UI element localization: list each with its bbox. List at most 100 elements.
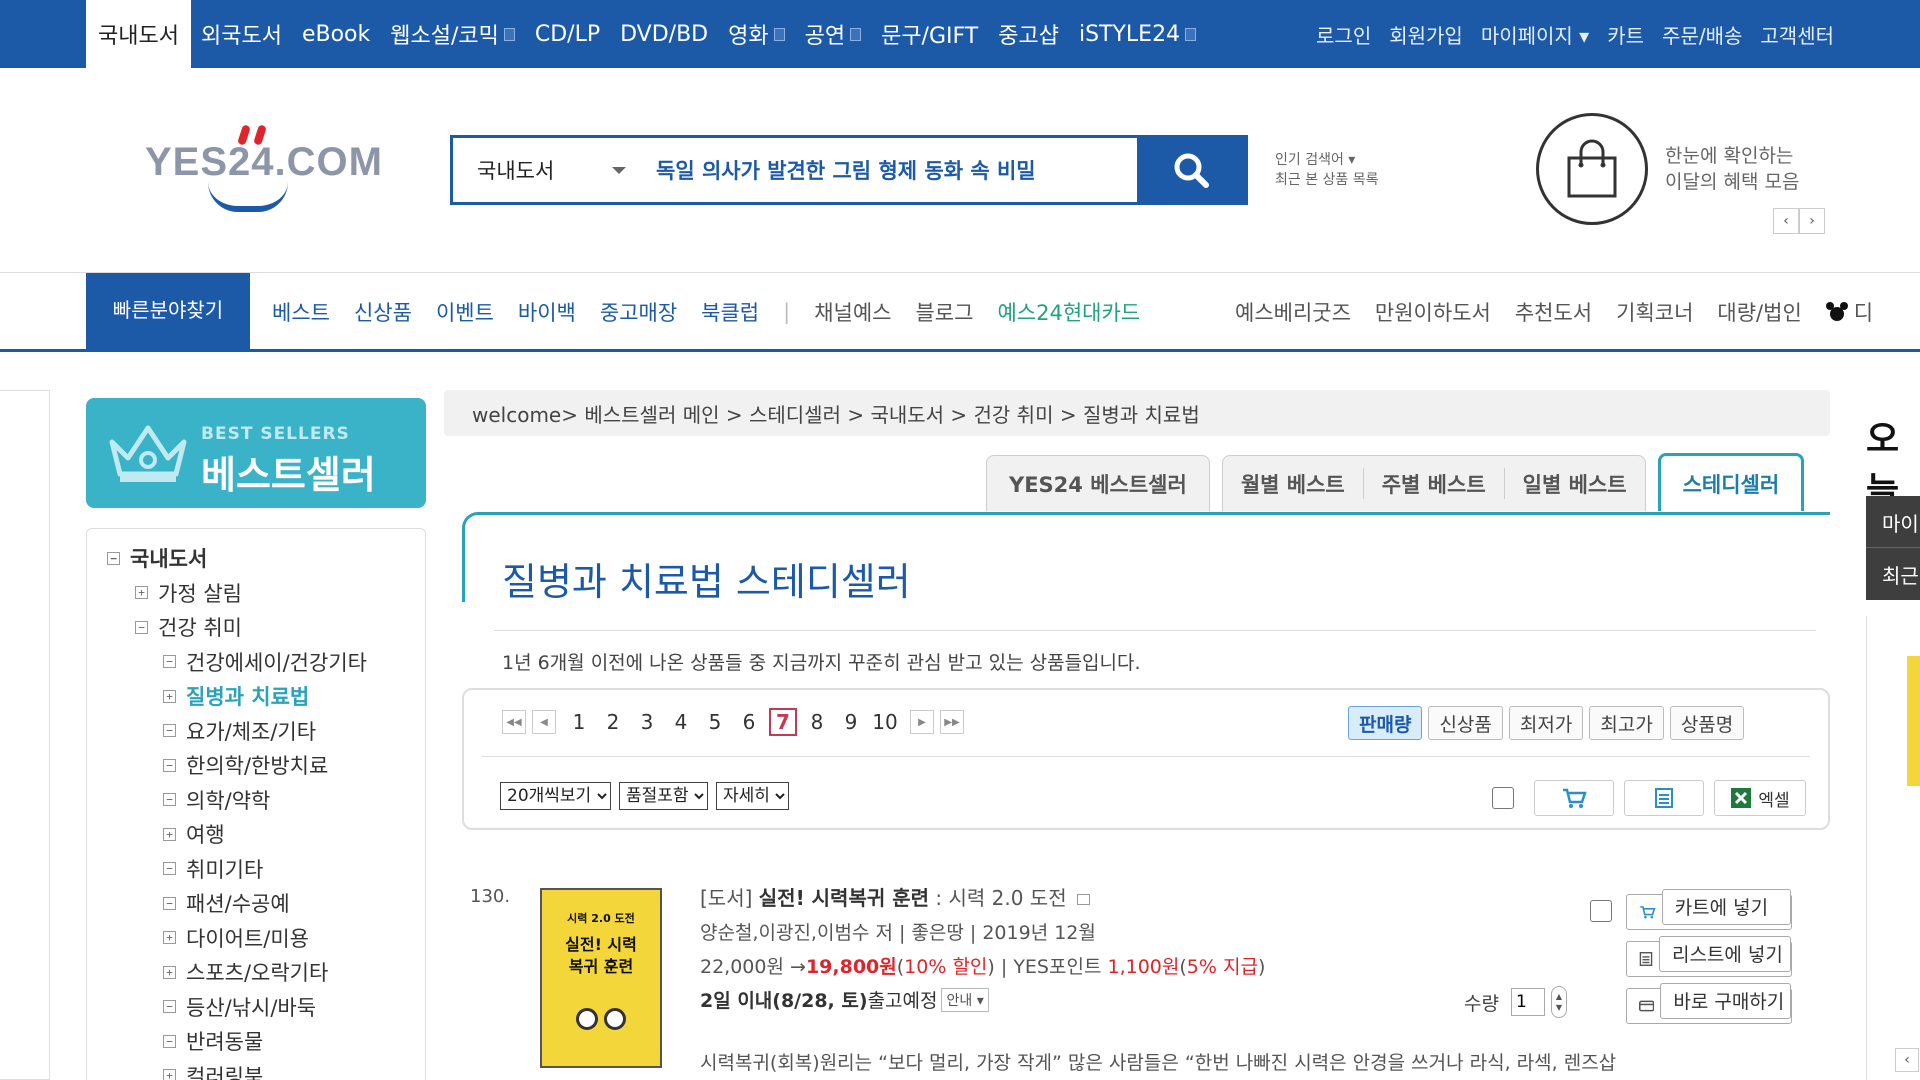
- page-link[interactable]: 9: [837, 708, 865, 736]
- recent-item-thumbnail[interactable]: [1907, 656, 1920, 786]
- chevron-up-icon[interactable]: ▲: [1556, 991, 1562, 1002]
- chevron-left-icon[interactable]: ‹: [1895, 1048, 1919, 1072]
- popular-search-widget[interactable]: 인기 검색어 ▾ 최근 본 상품 목록: [1275, 150, 1379, 190]
- category-blog[interactable]: 블로그: [915, 297, 973, 327]
- tree-item[interactable]: − 등산/낚시/바둑: [87, 990, 425, 1025]
- chevron-down-icon[interactable]: ▼: [1556, 1002, 1562, 1013]
- tree-item[interactable]: + 스포츠/오락기타: [87, 955, 425, 990]
- search-category-select[interactable]: 국내도서: [453, 138, 648, 202]
- tree-item[interactable]: − 반려동물: [87, 1024, 425, 1059]
- tab-istyle24[interactable]: iSTYLE24: [1069, 0, 1206, 68]
- tab-monthly-best[interactable]: 월별 베스트: [1223, 468, 1364, 499]
- view-mode-select[interactable]: 자세히: [716, 782, 789, 810]
- collapse-icon[interactable]: −: [135, 620, 148, 634]
- page-link[interactable]: 5: [701, 708, 729, 736]
- expand-icon[interactable]: +: [163, 689, 176, 703]
- category-channel-yes[interactable]: 채널예스: [814, 297, 891, 327]
- new-window-icon[interactable]: [1076, 894, 1090, 905]
- orders-link[interactable]: 주문/배송: [1662, 20, 1742, 49]
- page-link[interactable]: 7: [769, 708, 797, 736]
- expand-icon[interactable]: +: [163, 965, 176, 979]
- page-link[interactable]: 8: [803, 708, 831, 736]
- tab-daily-best[interactable]: 일별 베스트: [1505, 468, 1645, 499]
- first-page-icon[interactable]: ◀◀: [502, 710, 526, 734]
- category-new[interactable]: 신상품: [354, 297, 412, 327]
- tab-performance[interactable]: 공연: [795, 0, 871, 68]
- recent-items-link[interactable]: 최근: [1866, 548, 1920, 600]
- tab-movie[interactable]: 영화: [718, 0, 794, 68]
- shopping-bag-icon[interactable]: [1536, 113, 1648, 225]
- last-page-icon[interactable]: ▶▶: [940, 710, 964, 734]
- tab-used-shop[interactable]: 중고샵: [988, 0, 1069, 68]
- tree-item[interactable]: + 다이어트/미용: [87, 921, 425, 956]
- shipping-guide-button[interactable]: 안내 ▾: [941, 987, 989, 1012]
- category-used-store[interactable]: 중고매장: [600, 297, 677, 327]
- category-buyback[interactable]: 바이백: [518, 297, 576, 327]
- tab-dvd-bd[interactable]: DVD/BD: [610, 0, 718, 68]
- bulk-cart-button[interactable]: [1534, 780, 1614, 816]
- collapse-icon[interactable]: −: [107, 551, 120, 565]
- my-menu-link[interactable]: 마이: [1866, 496, 1920, 548]
- sort-by-highest-price[interactable]: 최고가: [1589, 706, 1664, 740]
- next-page-icon[interactable]: ▶: [910, 710, 934, 734]
- select-all-checkbox[interactable]: [1492, 787, 1514, 809]
- collapse-icon[interactable]: −: [163, 724, 176, 738]
- per-page-select[interactable]: 20개씩보기: [500, 782, 611, 810]
- category-planning[interactable]: 기획코너: [1616, 297, 1693, 327]
- mypage-link[interactable]: 마이페이지 ▾: [1481, 20, 1589, 49]
- chevron-right-icon[interactable]: ›: [1799, 208, 1825, 234]
- cart-link[interactable]: 카트: [1607, 20, 1644, 49]
- stock-filter-select[interactable]: 품절포함: [619, 782, 708, 810]
- tree-item[interactable]: + 가정 살림: [87, 576, 425, 611]
- tab-steady-seller[interactable]: 스테디셀러: [1657, 453, 1805, 511]
- page-link[interactable]: 3: [633, 708, 661, 736]
- category-disney[interactable]: 디: [1825, 297, 1897, 327]
- buy-now-button[interactable]: 바로 구매하기: [1626, 982, 1792, 1024]
- tab-weekly-best[interactable]: 주별 베스트: [1364, 468, 1505, 499]
- tree-item[interactable]: + 컬러링북: [87, 1059, 425, 1080]
- sort-by-lowest-price[interactable]: 최저가: [1508, 706, 1584, 740]
- tree-item[interactable]: − 한의학/한방치료: [87, 748, 425, 783]
- login-link[interactable]: 로그인: [1316, 20, 1371, 49]
- category-bulk[interactable]: 대량/법인: [1717, 297, 1801, 327]
- tree-item[interactable]: + 질병과 치료법: [87, 679, 425, 714]
- category-recommended[interactable]: 추천도서: [1515, 297, 1592, 327]
- bestseller-banner[interactable]: BEST SELLERS 베스트셀러: [86, 398, 426, 508]
- tab-domestic-books[interactable]: 국내도서: [86, 0, 191, 68]
- tab-webnovel[interactable]: 웹소설/코믹: [380, 0, 525, 68]
- product-checkbox[interactable]: [1590, 900, 1612, 922]
- collapse-icon[interactable]: −: [163, 862, 176, 876]
- tree-item[interactable]: − 취미기타: [87, 852, 425, 887]
- tree-item[interactable]: − 국내도서: [87, 541, 425, 576]
- quick-category-button[interactable]: 빠른분야찾기: [86, 273, 250, 350]
- tree-item[interactable]: + 여행: [87, 817, 425, 852]
- page-link[interactable]: 1: [565, 708, 593, 736]
- tab-ebook[interactable]: eBook: [292, 0, 380, 68]
- tab-gift[interactable]: 문구/GIFT: [871, 0, 988, 68]
- search-button[interactable]: [1137, 138, 1245, 202]
- category-event[interactable]: 이벤트: [436, 297, 494, 327]
- bulk-list-button[interactable]: [1624, 780, 1704, 816]
- collapse-icon[interactable]: −: [163, 655, 176, 669]
- page-link[interactable]: 2: [599, 708, 627, 736]
- sort-by-name[interactable]: 상품명: [1669, 706, 1745, 740]
- category-goods[interactable]: 예스베리굿즈: [1235, 297, 1351, 327]
- quantity-spinner[interactable]: ▲ ▼: [1550, 986, 1567, 1018]
- monthly-benefit-banner[interactable]: 한눈에 확인하는 이달의 혜택 모음: [1665, 143, 1799, 195]
- page-link[interactable]: 6: [735, 708, 763, 736]
- category-hyundai-card[interactable]: 예스24현대카드: [997, 297, 1140, 327]
- expand-icon[interactable]: +: [135, 586, 148, 600]
- collapse-icon[interactable]: −: [163, 758, 176, 772]
- add-to-list-button[interactable]: 리스트에 넣기: [1626, 935, 1792, 977]
- page-link[interactable]: 10: [871, 708, 899, 736]
- customer-center-link[interactable]: 고객센터: [1760, 20, 1834, 49]
- product-cover[interactable]: 시력 2.0 도전 실전! 시력복귀 훈련: [540, 888, 662, 1068]
- tree-item[interactable]: − 건강에세이/건강기타: [87, 645, 425, 680]
- excel-export-button[interactable]: 엑셀: [1714, 780, 1806, 816]
- category-under-10000[interactable]: 만원이하도서: [1375, 297, 1491, 327]
- chevron-left-icon[interactable]: ‹: [1773, 208, 1799, 234]
- collapse-icon[interactable]: −: [163, 793, 176, 807]
- product-authors[interactable]: 양순철,이광진,이범수 저: [700, 922, 893, 944]
- tree-item[interactable]: − 요가/체조/기타: [87, 714, 425, 749]
- tree-item[interactable]: − 건강 취미: [87, 610, 425, 645]
